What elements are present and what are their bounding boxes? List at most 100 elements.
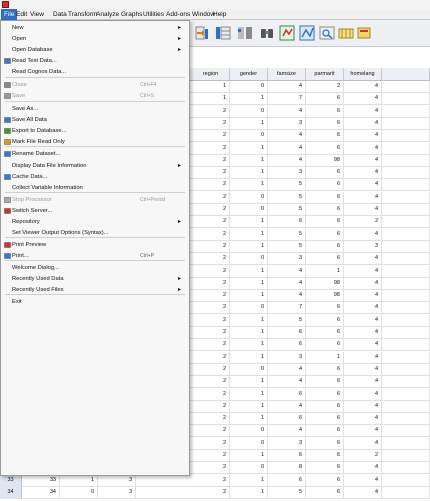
table-cell[interactable] <box>382 376 430 389</box>
table-cell[interactable]: 2 <box>192 376 230 389</box>
table-cell[interactable]: 0 <box>230 437 268 450</box>
table-cell[interactable]: 6 <box>268 339 306 352</box>
table-cell[interactable]: 4 <box>344 228 382 241</box>
file-menu-item-exit[interactable]: Exit <box>1 297 189 307</box>
table-cell[interactable]: 2 <box>192 351 230 364</box>
table-cell[interactable]: 5 <box>268 204 306 216</box>
row-number[interactable]: 34 <box>0 486 22 499</box>
table-cell[interactable]: 6 <box>306 327 344 339</box>
column-header-parmarit[interactable]: parmarit <box>306 68 344 80</box>
table-cell[interactable]: 6 <box>268 388 306 401</box>
table-cell[interactable]: 4 <box>268 363 306 376</box>
table-cell[interactable]: 2 <box>344 216 382 229</box>
table-cell[interactable]: 6 <box>306 228 344 241</box>
use-variable-sets-icon[interactable] <box>355 24 373 42</box>
file-menu-item-new[interactable]: New ▸ <box>1 23 189 33</box>
table-cell[interactable]: 5 <box>268 240 306 253</box>
menu-data[interactable]: Data <box>53 11 67 18</box>
file-menu-item-read-cognos-data[interactable]: Read Cognos Data... <box>1 67 189 77</box>
table-cell[interactable]: 4 <box>344 117 382 130</box>
table-cell[interactable]: 1 <box>192 81 230 93</box>
table-cell[interactable] <box>382 142 430 155</box>
table-cell[interactable]: 4 <box>268 400 306 413</box>
chart-builder-icon[interactable] <box>298 24 316 42</box>
table-cell[interactable]: 2 <box>192 265 230 278</box>
table-cell[interactable]: 1 <box>192 93 230 106</box>
table-cell[interactable]: 4 <box>268 376 306 389</box>
table-cell[interactable]: 1 <box>230 117 268 130</box>
table-cell[interactable]: 5 <box>268 191 306 204</box>
table-cell[interactable]: 2 <box>192 277 230 290</box>
table-cell[interactable]: 1 <box>230 216 268 229</box>
insert-variable-icon[interactable] <box>214 24 232 42</box>
table-cell[interactable]: 6 <box>306 191 344 204</box>
table-cell[interactable]: 6 <box>306 216 344 229</box>
file-menu-item-open-database[interactable]: Open Database ▸ <box>1 45 189 55</box>
table-cell[interactable]: 6 <box>306 413 344 426</box>
table-cell[interactable] <box>382 486 430 499</box>
file-menu-item-switch-server[interactable]: Switch Server... <box>1 206 189 216</box>
column-header-next[interactable] <box>382 68 430 80</box>
file-menu-item-open[interactable]: Open ▸ <box>1 34 189 44</box>
table-cell[interactable]: 4 <box>344 474 382 487</box>
table-cell[interactable]: 6 <box>306 363 344 376</box>
table-cell[interactable] <box>382 314 430 327</box>
table-cell[interactable]: 1 <box>230 474 268 487</box>
table-cell[interactable]: 2 <box>192 486 230 499</box>
table-cell[interactable] <box>382 253 430 266</box>
file-menu-item-print-preview[interactable]: Print Preview <box>1 240 189 250</box>
table-cell[interactable]: 2 <box>192 228 230 241</box>
table-cell[interactable] <box>382 327 430 339</box>
table-cell[interactable]: 6 <box>306 105 344 118</box>
table-cell[interactable] <box>382 363 430 376</box>
table-cell[interactable]: 2 <box>192 204 230 216</box>
file-menu-item-export-to-database[interactable]: Export to Database... <box>1 126 189 136</box>
table-cell[interactable]: 4 <box>268 105 306 118</box>
table-cell[interactable]: 4 <box>268 130 306 143</box>
table-cell[interactable]: 0 <box>230 302 268 315</box>
table-cell[interactable]: 98 <box>306 277 344 290</box>
file-menu-item-cache-data[interactable]: Cache Data... <box>1 172 189 182</box>
file-menu-item-rename-dataset[interactable]: Rename Dataset... <box>1 149 189 159</box>
table-cell[interactable]: 2 <box>192 302 230 315</box>
table-cell[interactable]: 0 <box>60 486 98 499</box>
table-cell[interactable]: 4 <box>344 437 382 450</box>
table-cell[interactable]: 2 <box>192 105 230 118</box>
table-cell[interactable]: 0 <box>230 81 268 93</box>
table-cell[interactable]: 4 <box>344 327 382 339</box>
table-cell[interactable]: 6 <box>306 462 344 475</box>
menu-view[interactable]: View <box>30 11 44 18</box>
table-cell[interactable]: 4 <box>344 486 382 499</box>
table-cell[interactable]: 3 <box>268 167 306 180</box>
table-cell[interactable]: 4 <box>344 142 382 155</box>
table-cell[interactable] <box>382 437 430 450</box>
table-cell[interactable]: 4 <box>344 154 382 167</box>
table-cell[interactable]: 3 <box>344 240 382 253</box>
table-cell[interactable] <box>382 204 430 216</box>
table-cell[interactable]: 0 <box>230 462 268 475</box>
table-cell[interactable]: 4 <box>344 351 382 364</box>
table-cell[interactable]: 4 <box>268 154 306 167</box>
table-cell[interactable]: 4 <box>344 81 382 93</box>
table-cell[interactable]: 6 <box>306 314 344 327</box>
table-cell[interactable]: 1 <box>230 376 268 389</box>
table-cell[interactable]: 7 <box>268 93 306 106</box>
table-cell[interactable]: 2 <box>192 117 230 130</box>
table-cell[interactable] <box>382 339 430 352</box>
file-menu-item-welcome-dialog[interactable]: Welcome Dialog... <box>1 263 189 273</box>
table-cell[interactable]: 1 <box>230 314 268 327</box>
table-cell[interactable]: 1 <box>230 400 268 413</box>
table-cell[interactable] <box>382 425 430 438</box>
split-file-icon[interactable] <box>236 24 254 42</box>
table-cell[interactable]: 4 <box>344 376 382 389</box>
table-cell[interactable]: 6 <box>306 179 344 192</box>
table-cell[interactable] <box>382 216 430 229</box>
file-menu-item-mark-file-read-only[interactable]: Mark File Read Only <box>1 137 189 147</box>
find-icon[interactable] <box>258 24 276 42</box>
table-cell[interactable]: 3 <box>268 351 306 364</box>
table-cell[interactable]: 6 <box>306 450 344 462</box>
table-row[interactable]: 33 33 1 3 2 1 6 6 4 <box>0 474 430 487</box>
table-cell[interactable]: 6 <box>306 142 344 155</box>
table-cell[interactable]: 4 <box>344 93 382 106</box>
table-cell[interactable]: 4 <box>344 290 382 303</box>
